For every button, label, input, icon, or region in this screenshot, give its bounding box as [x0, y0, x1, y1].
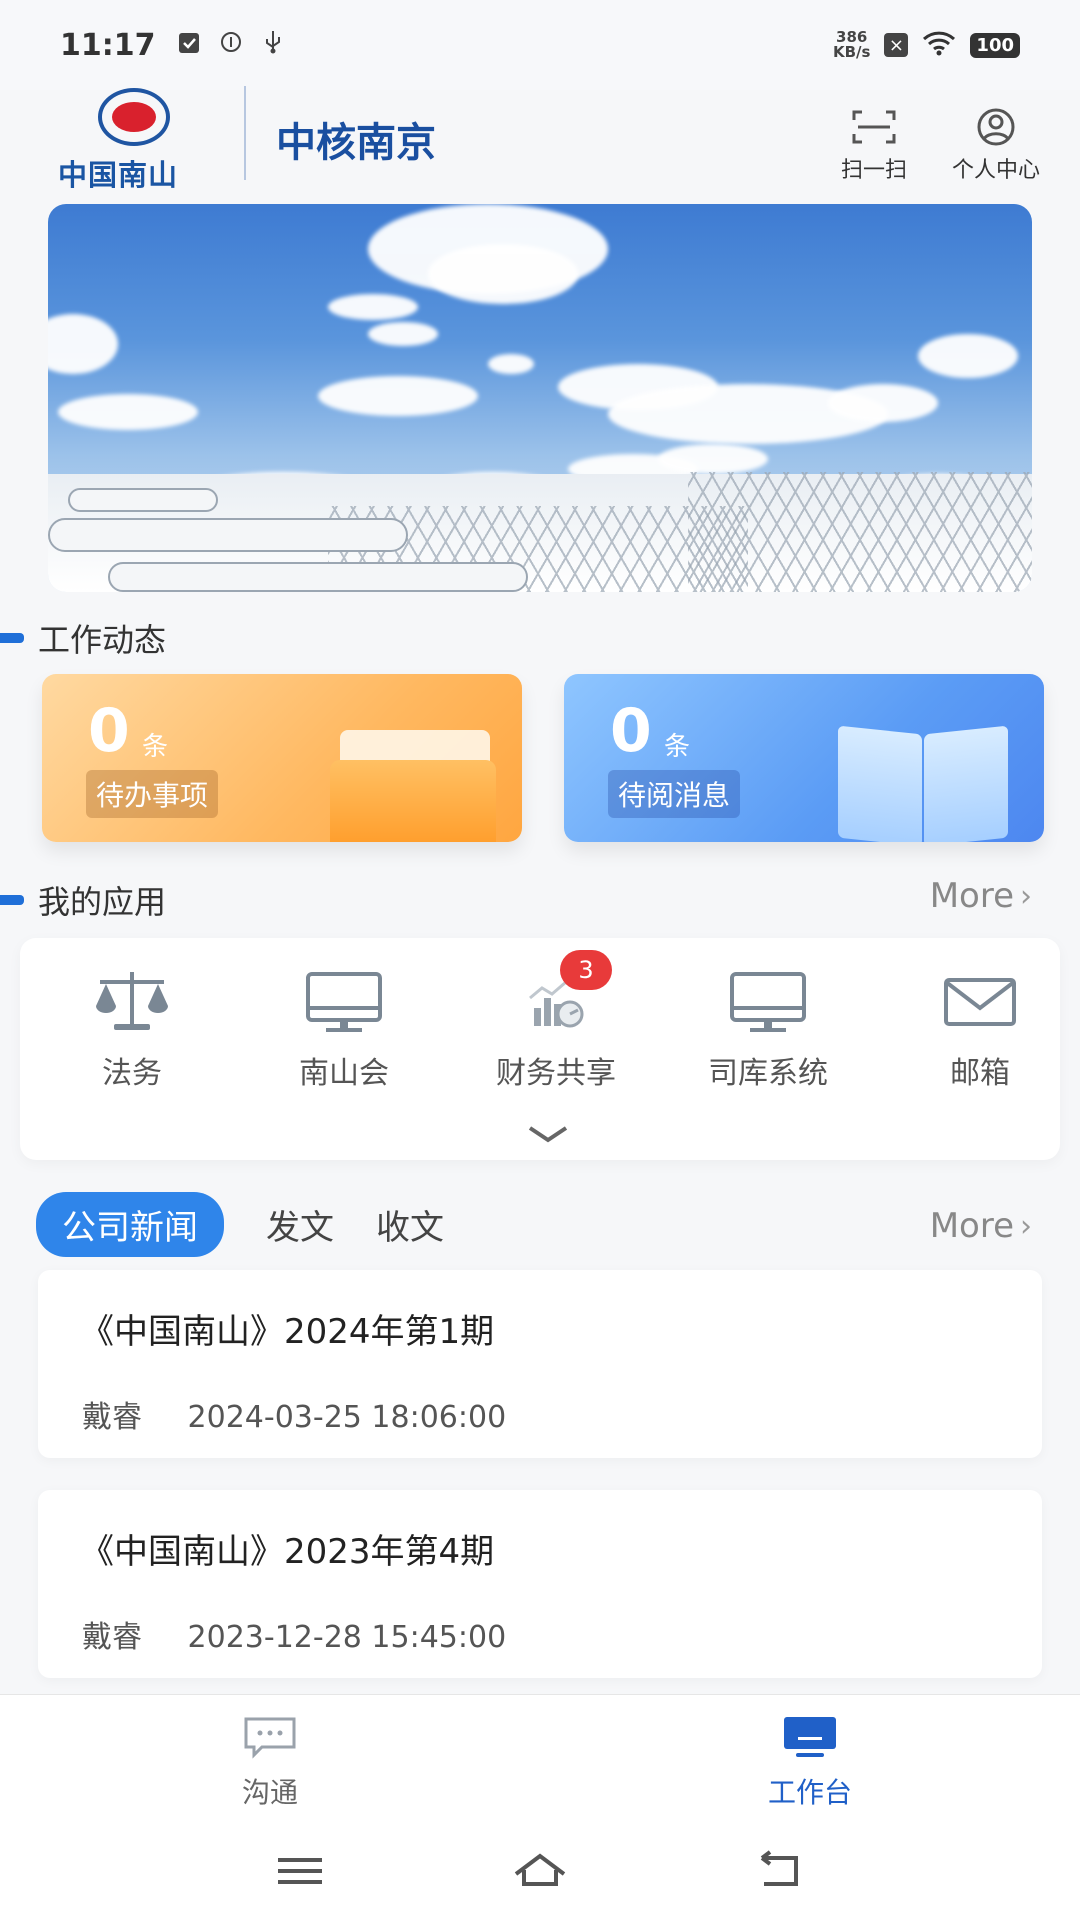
monitor-icon	[304, 968, 384, 1034]
news-title: 《中国南山》2024年第1期	[80, 1312, 495, 1352]
chevron-right-icon: ›	[1020, 878, 1032, 914]
todo-label: 待办事项	[86, 770, 219, 818]
status-bar: 11:17 386 KB/s × 100	[0, 0, 1080, 90]
back-icon[interactable]	[750, 1846, 810, 1896]
work-section-label: 工作动态	[38, 621, 167, 659]
clipboard-icon	[178, 30, 200, 60]
app-label: 南山会	[299, 1056, 389, 1091]
home-icon[interactable]	[510, 1846, 570, 1896]
scales-icon	[92, 968, 172, 1034]
header-divider	[244, 86, 246, 180]
apps-section-label: 我的应用	[38, 883, 167, 921]
news-time: 2023-12-28 15:45:00	[187, 1620, 507, 1655]
chevron-down-icon[interactable]	[526, 1118, 570, 1151]
news-title: 《中国南山》2023年第4期	[80, 1532, 495, 1572]
finance-chart-icon: 3	[516, 950, 612, 1034]
usb-icon	[262, 29, 284, 61]
unread-card[interactable]: 0 条 待阅消息	[564, 674, 1044, 842]
wifi-icon	[922, 30, 956, 60]
bottom-nav: 沟通 工作台	[0, 1694, 1080, 1824]
company-logo: 中国南山	[58, 88, 214, 192]
notification-badge: 3	[560, 950, 612, 990]
app-header: 中国南山 中核南京 扫一扫 个人中心	[0, 80, 1080, 192]
folder-icon	[330, 730, 496, 842]
news-item[interactable]: 《中国南山》2024年第1期 戴睿 2024-03-25 18:06:00	[38, 1270, 1042, 1458]
news-more-link[interactable]: More ›	[930, 1206, 1032, 1246]
net-speed: 386 KB/s	[833, 30, 870, 60]
tab-company-news[interactable]: 公司新闻	[36, 1191, 224, 1257]
chat-icon	[242, 1715, 298, 1759]
scan-icon	[852, 108, 896, 146]
tab-outgoing-docs[interactable]: 发文	[266, 1200, 334, 1249]
nav-workbench-label: 工作台	[767, 1776, 852, 1809]
news-meta: 戴睿 2023-12-28 15:45:00	[82, 1612, 506, 1656]
news-more-label: More	[929, 1206, 1014, 1246]
user-icon	[974, 108, 1018, 146]
logo-text: 中国南山	[58, 158, 179, 192]
news-time: 2024-03-25 18:06:00	[187, 1400, 507, 1435]
app-label: 财务共享	[496, 1056, 616, 1091]
news-author: 戴睿	[82, 1400, 142, 1435]
app-label: 司库系统	[708, 1056, 828, 1091]
unread-unit: 条	[664, 732, 691, 762]
net-speed-unit: KB/s	[832, 43, 871, 61]
nav-workbench[interactable]: 工作台	[710, 1715, 910, 1811]
apps-panel: 法务 南山会 3 财务共享 司库系统 邮箱	[20, 938, 1060, 1160]
nav-chat[interactable]: 沟通	[170, 1715, 370, 1811]
todo-card[interactable]: 0 条 待办事项	[42, 674, 522, 842]
chevron-right-icon: ›	[1020, 1208, 1032, 1244]
app-treasury[interactable]: 司库系统	[678, 968, 858, 1092]
news-tabs: 公司新闻 发文 收文	[36, 1191, 486, 1257]
app-finance-share[interactable]: 3 财务共享	[466, 950, 646, 1092]
tab-incoming-docs[interactable]: 收文	[376, 1200, 444, 1249]
workbench-icon	[782, 1715, 838, 1759]
app-nanshanhui[interactable]: 南山会	[254, 968, 434, 1092]
news-author: 戴睿	[82, 1620, 142, 1655]
todo-unit: 条	[142, 732, 169, 762]
news-meta: 戴睿 2024-03-25 18:06:00	[82, 1392, 506, 1436]
monitor-icon	[728, 968, 808, 1034]
app-mail[interactable]: 邮箱	[890, 968, 1070, 1092]
app-label: 法务	[102, 1056, 162, 1091]
work-section-title: 工作动态	[0, 618, 167, 659]
unread-count: 0	[610, 696, 652, 766]
profile-label: 个人中心	[951, 158, 1040, 183]
news-item[interactable]: 《中国南山》2023年第4期 戴睿 2023-12-28 15:45:00	[38, 1490, 1042, 1678]
scan-label: 扫一扫	[840, 158, 907, 183]
apps-more-link[interactable]: More ›	[930, 876, 1032, 916]
x-icon: ×	[884, 33, 909, 57]
banner-image[interactable]	[48, 204, 1032, 592]
status-time: 11:17	[60, 27, 156, 63]
system-nav-bar	[0, 1824, 1080, 1920]
logo-mark	[98, 88, 170, 146]
battery-icon: 100	[970, 32, 1020, 58]
nav-chat-label: 沟通	[241, 1776, 298, 1809]
profile-button[interactable]: 个人中心	[946, 108, 1046, 184]
info-icon	[220, 31, 242, 59]
apps-section-title: 我的应用	[0, 880, 167, 921]
todo-count: 0	[88, 696, 130, 766]
book-icon	[838, 724, 1008, 842]
brand-title: 中核南京	[276, 120, 436, 166]
menu-icon[interactable]	[270, 1846, 330, 1896]
mail-icon	[940, 968, 1020, 1034]
apps-more-label: More	[929, 876, 1014, 916]
scan-button[interactable]: 扫一扫	[824, 108, 924, 184]
unread-label: 待阅消息	[608, 770, 741, 818]
app-label: 邮箱	[950, 1056, 1010, 1091]
app-legal[interactable]: 法务	[42, 968, 222, 1092]
